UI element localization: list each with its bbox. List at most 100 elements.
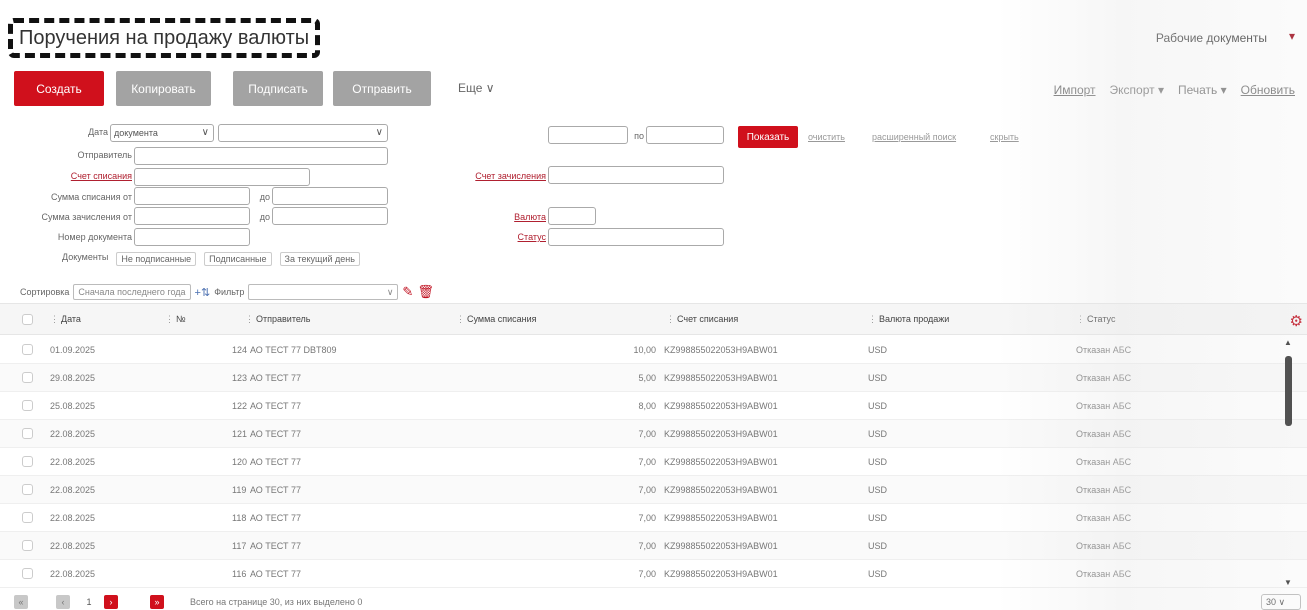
sender-input[interactable] — [134, 147, 388, 165]
sort-select[interactable]: Сначала последнего года — [73, 284, 191, 300]
last-page-icon[interactable]: » — [150, 595, 164, 609]
gear-icon[interactable]: ⚙ — [1290, 312, 1303, 330]
cell-date: 22.08.2025 — [50, 513, 96, 523]
chevron-down-icon: ∨ — [201, 127, 209, 138]
date-to-input[interactable] — [646, 126, 724, 144]
cell-date: 22.08.2025 — [50, 541, 96, 551]
column-sale-currency[interactable]: Валюта продажи — [868, 314, 949, 325]
table-row[interactable]: 22.08.2025 118 АО ТЕСТ 77 7,00 KZ9988550… — [0, 504, 1307, 532]
work-documents-link[interactable]: Рабочие документы — [1156, 31, 1267, 45]
chevron-down-icon[interactable]: ▾ — [1289, 29, 1295, 43]
sort-row: Сортировка Сначала последнего года +⇅ Фи… — [20, 284, 434, 300]
credit-amount-label: Сумма зачисления от — [41, 212, 133, 222]
table-scrollbar[interactable]: ▲ ▼ — [1284, 338, 1294, 588]
row-checkbox[interactable] — [22, 540, 33, 551]
period-select[interactable]: ∨ — [218, 124, 388, 142]
more-dropdown[interactable]: Еще ∨ — [458, 81, 495, 95]
table-row[interactable]: 29.08.2025 123 АО ТЕСТ 77 5,00 KZ9988550… — [0, 364, 1307, 392]
date-label: Дата — [88, 127, 108, 137]
copy-button[interactable]: Копировать — [116, 71, 211, 106]
column-status[interactable]: Статус — [1076, 314, 1115, 325]
row-checkbox[interactable] — [22, 372, 33, 383]
column-debit-account[interactable]: Счет списания — [666, 314, 738, 325]
credit-amount-from-input[interactable] — [134, 207, 250, 225]
cell-status: Отказан АБС — [1076, 457, 1132, 467]
delete-icon[interactable]: 🗑 — [417, 284, 434, 300]
status-input[interactable] — [548, 228, 724, 246]
date-from-input[interactable] — [548, 126, 628, 144]
cell-sender: АО ТЕСТ 77 — [250, 401, 302, 411]
row-checkbox[interactable] — [22, 344, 33, 355]
table-header: Дата № Отправитель Сумма списания Счет с… — [0, 303, 1307, 335]
scroll-up-icon[interactable]: ▲ — [1284, 338, 1292, 347]
prev-page-icon[interactable]: ‹ — [56, 595, 70, 609]
credit-account-input[interactable] — [548, 166, 724, 184]
table-row[interactable]: 22.08.2025 120 АО ТЕСТ 77 7,00 KZ9988550… — [0, 448, 1307, 476]
row-checkbox[interactable] — [22, 428, 33, 439]
row-checkbox[interactable] — [22, 484, 33, 495]
select-all-checkbox[interactable] — [22, 314, 33, 325]
per-page-select[interactable]: 30 ∨ — [1261, 594, 1301, 610]
debit-amount-from-input[interactable] — [134, 187, 250, 205]
export-dropdown[interactable]: Экспорт ▾ — [1110, 83, 1164, 97]
per-page-value: 30 — [1266, 597, 1277, 607]
refresh-link[interactable]: Обновить — [1241, 83, 1295, 97]
clear-link[interactable]: очистить — [808, 132, 845, 142]
signed-option[interactable]: Подписанные — [204, 252, 272, 266]
table-row[interactable]: 01.09.2025 124 АО ТЕСТ 77 DBT809 10,00 K… — [0, 336, 1307, 364]
column-sender[interactable]: Отправитель — [245, 314, 310, 325]
create-button[interactable]: Создать — [14, 71, 104, 106]
currency-input[interactable] — [548, 207, 596, 225]
debit-amount-to-input[interactable] — [272, 187, 388, 205]
documents-label: Документы — [62, 252, 109, 262]
hide-link[interactable]: скрыть — [990, 132, 1019, 142]
date-type-value: документа — [114, 128, 158, 138]
table-row[interactable]: 22.08.2025 116 АО ТЕСТ 77 7,00 KZ9988550… — [0, 560, 1307, 588]
row-checkbox[interactable] — [22, 456, 33, 467]
date-to-label: по — [634, 131, 644, 141]
current-page[interactable]: 1 — [82, 595, 96, 609]
date-type-select[interactable]: документа ∨ — [110, 124, 214, 142]
cell-currency: USD — [868, 429, 888, 439]
column-number[interactable]: № — [165, 314, 186, 325]
row-checkbox[interactable] — [22, 512, 33, 523]
debit-account-input[interactable] — [134, 168, 310, 186]
credit-account-label[interactable]: Счет зачисления — [440, 171, 546, 181]
scroll-down-icon[interactable]: ▼ — [1284, 578, 1292, 587]
row-checkbox[interactable] — [22, 400, 33, 411]
cell-account: KZ998855022053H9ABW01 — [664, 485, 778, 495]
cell-account: KZ998855022053H9ABW01 — [664, 513, 778, 523]
currency-label[interactable]: Валюта — [490, 212, 546, 222]
filter-select[interactable]: ∨ — [248, 284, 399, 300]
add-filter-icon[interactable]: +⇅ — [195, 286, 211, 299]
today-option[interactable]: За текущий день — [279, 252, 360, 266]
first-page-icon[interactable]: « — [14, 595, 28, 609]
cell-date: 22.08.2025 — [50, 485, 96, 495]
column-date[interactable]: Дата — [50, 314, 81, 325]
scrollbar-thumb[interactable] — [1285, 356, 1292, 426]
debit-account-label[interactable]: Счет списания — [40, 171, 132, 181]
print-dropdown[interactable]: Печать ▾ — [1178, 83, 1227, 97]
edit-icon[interactable]: ✎ — [402, 284, 413, 300]
cell-status: Отказан АБС — [1076, 345, 1132, 355]
cell-status: Отказан АБС — [1076, 373, 1132, 383]
row-checkbox[interactable] — [22, 568, 33, 579]
table-row[interactable]: 22.08.2025 119 АО ТЕСТ 77 7,00 KZ9988550… — [0, 476, 1307, 504]
table-row[interactable]: 25.08.2025 122 АО ТЕСТ 77 8,00 KZ9988550… — [0, 392, 1307, 420]
credit-amount-to-input[interactable] — [272, 207, 388, 225]
table-row[interactable]: 22.08.2025 121 АО ТЕСТ 77 7,00 KZ9988550… — [0, 420, 1307, 448]
sign-button[interactable]: Подписать — [233, 71, 323, 106]
show-button[interactable]: Показать — [738, 126, 798, 148]
doc-number-input[interactable] — [134, 228, 250, 246]
send-button[interactable]: Отправить — [333, 71, 431, 106]
column-debit-amount[interactable]: Сумма списания — [456, 314, 537, 325]
cell-number: 119 — [232, 485, 247, 495]
status-label[interactable]: Статус — [490, 232, 546, 242]
next-page-icon[interactable]: › — [104, 595, 118, 609]
not-signed-option[interactable]: Не подписанные — [116, 252, 197, 266]
table-row[interactable]: 22.08.2025 117 АО ТЕСТ 77 7,00 KZ9988550… — [0, 532, 1307, 560]
advanced-search-link[interactable]: расширенный поиск — [872, 132, 956, 142]
import-link[interactable]: Импорт — [1054, 83, 1096, 97]
cell-amount: 7,00 — [638, 457, 656, 467]
cell-number: 118 — [232, 513, 247, 523]
